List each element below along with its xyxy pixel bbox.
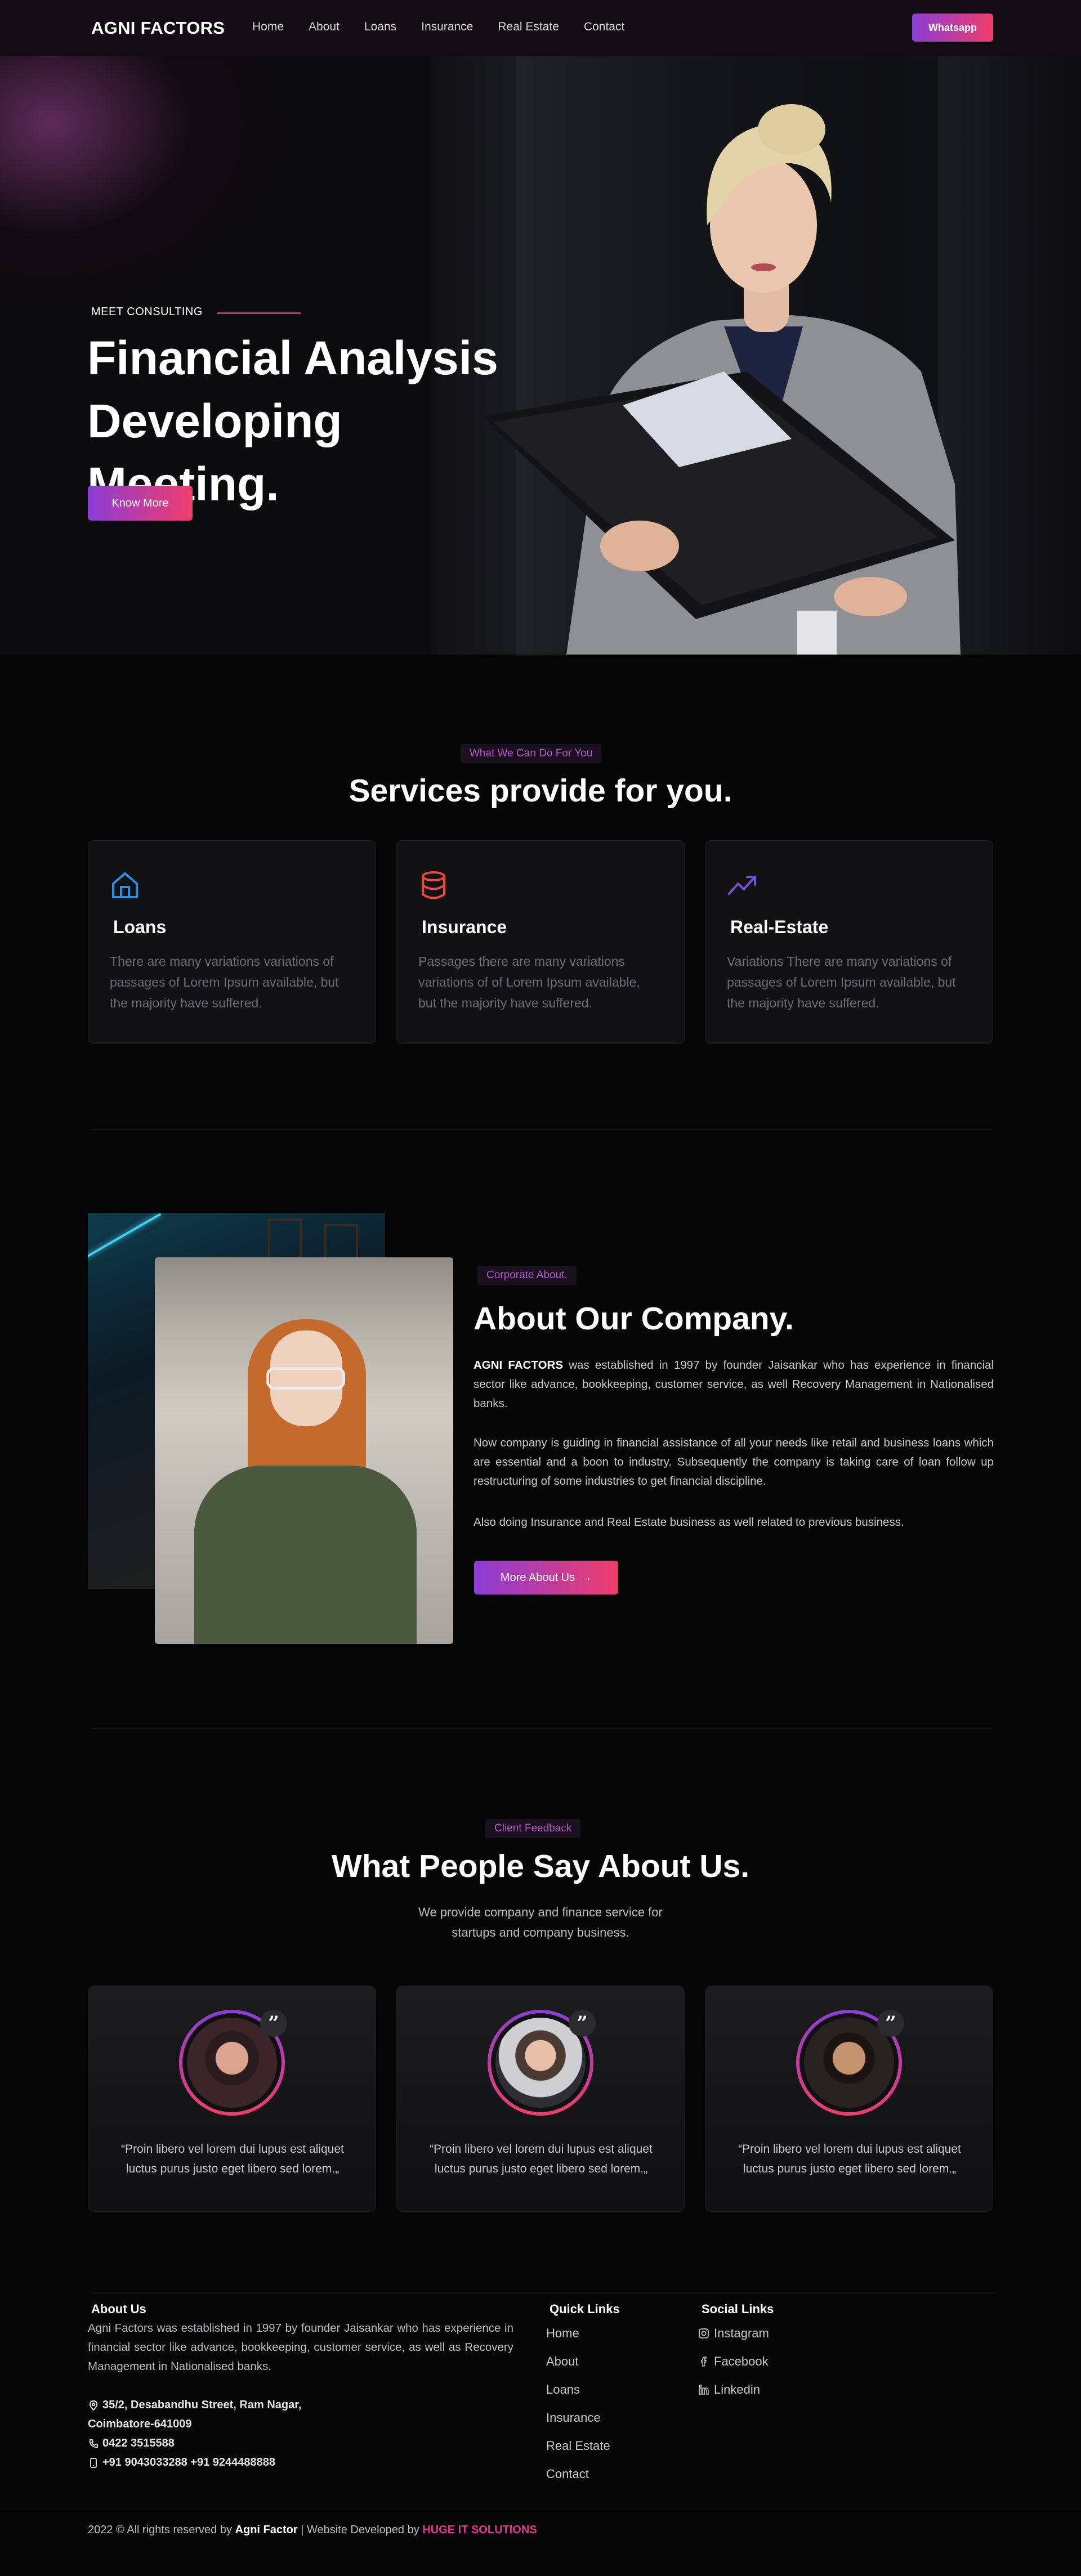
linkedin-icon bbox=[699, 2384, 709, 2395]
footer-bottom-bar bbox=[0, 2508, 1081, 2576]
nav-contact[interactable]: Contact bbox=[584, 20, 624, 34]
footer-mobile[interactable]: +91 9043033288 +91 9244488888 bbox=[88, 2456, 275, 2469]
hero-title-line1: Financial Analysis bbox=[87, 331, 498, 384]
map-pin-icon bbox=[89, 2400, 98, 2411]
footer-link-insurance[interactable]: Insurance bbox=[546, 2411, 601, 2425]
about-company-name: AGNI FACTORS bbox=[474, 1359, 564, 1372]
nav-loans[interactable]: Loans bbox=[364, 20, 396, 34]
copyright-text: 2022 © All rights reserved by Agni Facto… bbox=[88, 2524, 537, 2537]
services-title: Services provide for you. bbox=[349, 773, 732, 809]
home-icon bbox=[112, 872, 138, 898]
footer-link-contact[interactable]: Contact bbox=[546, 2467, 589, 2481]
database-icon bbox=[422, 871, 445, 899]
about-paragraph-2: Now company is guiding in financial assi… bbox=[474, 1436, 994, 1488]
mobile-text: +91 9043033288 +91 9244488888 bbox=[102, 2456, 275, 2469]
linkedin-label: Linkedin bbox=[714, 2382, 760, 2396]
navbar: AGNI FACTORS Home About Loans Insurance … bbox=[0, 0, 1081, 56]
phone-text: 0422 3515588 bbox=[102, 2437, 175, 2449]
service-title: Loans bbox=[113, 917, 167, 937]
developer-link[interactable]: HUGE IT SOLUTIONS bbox=[422, 2524, 537, 2536]
more-about-button[interactable]: More About Us → bbox=[474, 1561, 618, 1594]
testimonial-quote: “Proin libero vel lorem dui lupus est al… bbox=[121, 2143, 344, 2175]
nav-real-estate[interactable]: Real Estate bbox=[498, 20, 559, 34]
service-text: Variations There are many variations of … bbox=[727, 954, 956, 1010]
service-card-loans[interactable]: Loans There are many variations variatio… bbox=[88, 840, 376, 1044]
footer-social-facebook[interactable]: Facebook bbox=[698, 2354, 769, 2369]
footer-link-about[interactable]: About bbox=[546, 2354, 579, 2369]
service-title: Real-Estate bbox=[730, 917, 829, 937]
about-title: About Our Company. bbox=[474, 1301, 794, 1337]
testimonial-card: ” “Proin libero vel lorem dui lupus est … bbox=[88, 1986, 376, 2212]
testimonial-quote: “Proin libero vel lorem dui lupus est al… bbox=[738, 2143, 961, 2175]
testimonials-subtitle: We provide company and finance service f… bbox=[0, 1902, 1081, 1943]
copyright-company: Agni Factor bbox=[235, 2524, 298, 2536]
whatsapp-button[interactable]: Whatsapp bbox=[912, 14, 993, 42]
about-paragraph-1: AGNI FACTORS was established in 1997 by … bbox=[474, 1356, 994, 1413]
main-menu: Home About Loans Insurance Real Estate C… bbox=[252, 20, 624, 34]
services-tag: What We Can Do For You bbox=[461, 744, 602, 763]
service-card-insurance[interactable]: Insurance Passages there are many variat… bbox=[396, 840, 685, 1044]
testimonials-title: What People Say About Us. bbox=[331, 1848, 750, 1884]
about-tag: Corporate About. bbox=[477, 1266, 577, 1285]
phone-icon bbox=[89, 2439, 98, 2448]
hero-section: MEET CONSULTING Financial Analysis Devel… bbox=[0, 56, 1081, 655]
service-text: There are many variations variations of … bbox=[110, 954, 339, 1010]
service-card-real-estate[interactable]: Real-Estate Variations There are many va… bbox=[705, 840, 993, 1044]
section-divider bbox=[91, 1728, 993, 1729]
testimonial-quote: “Proin libero vel lorem dui lupus est al… bbox=[430, 2143, 653, 2175]
footer-social-heading: Social Links bbox=[702, 2302, 774, 2316]
footer-social-instagram[interactable]: Instagram bbox=[698, 2326, 769, 2341]
facebook-label: Facebook bbox=[714, 2354, 769, 2368]
mobile-icon bbox=[90, 2457, 97, 2468]
footer-quick-links-heading: Quick Links bbox=[550, 2302, 620, 2316]
facebook-icon bbox=[701, 2357, 707, 2367]
service-text: Passages there are many variations varia… bbox=[418, 954, 640, 1010]
copyright-middle: | Website Developed by bbox=[297, 2524, 423, 2536]
footer-address-line2: Coimbatore-641009 bbox=[88, 2418, 192, 2430]
hero-eyebrow: MEET CONSULTING bbox=[91, 306, 203, 318]
footer-phone[interactable]: 0422 3515588 bbox=[88, 2437, 175, 2450]
footer-link-real-estate[interactable]: Real Estate bbox=[546, 2439, 610, 2453]
nav-home[interactable]: Home bbox=[252, 20, 284, 34]
address-line1-text: 35/2, Desabandhu Street, Ram Nagar, bbox=[102, 2399, 302, 2411]
quote-icon: ” bbox=[569, 2010, 596, 2037]
testimonials-tag: Client Feedback bbox=[485, 1819, 581, 1838]
testimonial-card: ” “Proin libero vel lorem dui lupus est … bbox=[396, 1986, 685, 2212]
section-divider bbox=[91, 1129, 993, 1130]
footer-social-linkedin[interactable]: Linkedin bbox=[698, 2382, 760, 2397]
hero-eyebrow-line bbox=[217, 312, 301, 314]
about-photo bbox=[155, 1257, 453, 1644]
footer-about-heading: About Us bbox=[91, 2302, 146, 2316]
footer-address-line1: 35/2, Desabandhu Street, Ram Nagar, bbox=[88, 2399, 301, 2412]
copyright-prefix: 2022 © All rights reserved by bbox=[88, 2524, 235, 2536]
know-more-button[interactable]: Know More bbox=[88, 486, 193, 521]
nav-about[interactable]: About bbox=[309, 20, 340, 34]
about-paragraph-3: Also doing Insurance and Real Estate bus… bbox=[474, 1516, 904, 1529]
instagram-icon bbox=[699, 2328, 709, 2338]
quote-icon: ” bbox=[877, 2010, 904, 2037]
testimonials-subtitle-line2: startups and company business. bbox=[452, 1925, 629, 1939]
footer-link-home[interactable]: Home bbox=[546, 2326, 579, 2341]
quote-icon: ” bbox=[260, 2010, 287, 2037]
site-logo[interactable]: AGNI FACTORS bbox=[91, 18, 225, 38]
testimonial-card: ” “Proin libero vel lorem dui lupus est … bbox=[705, 1986, 993, 2212]
more-about-label: More About Us bbox=[500, 1571, 575, 1584]
instagram-label: Instagram bbox=[714, 2326, 769, 2340]
footer-link-loans[interactable]: Loans bbox=[546, 2382, 580, 2397]
arrow-right-icon: → bbox=[580, 1571, 592, 1584]
trending-up-icon bbox=[728, 876, 756, 895]
nav-insurance[interactable]: Insurance bbox=[421, 20, 473, 34]
section-divider bbox=[91, 2293, 993, 2294]
footer-about-text: Agni Factors was established in 1997 by … bbox=[88, 2322, 513, 2373]
testimonials-subtitle-line1: We provide company and finance service f… bbox=[418, 1905, 663, 1919]
service-title: Insurance bbox=[422, 917, 507, 937]
